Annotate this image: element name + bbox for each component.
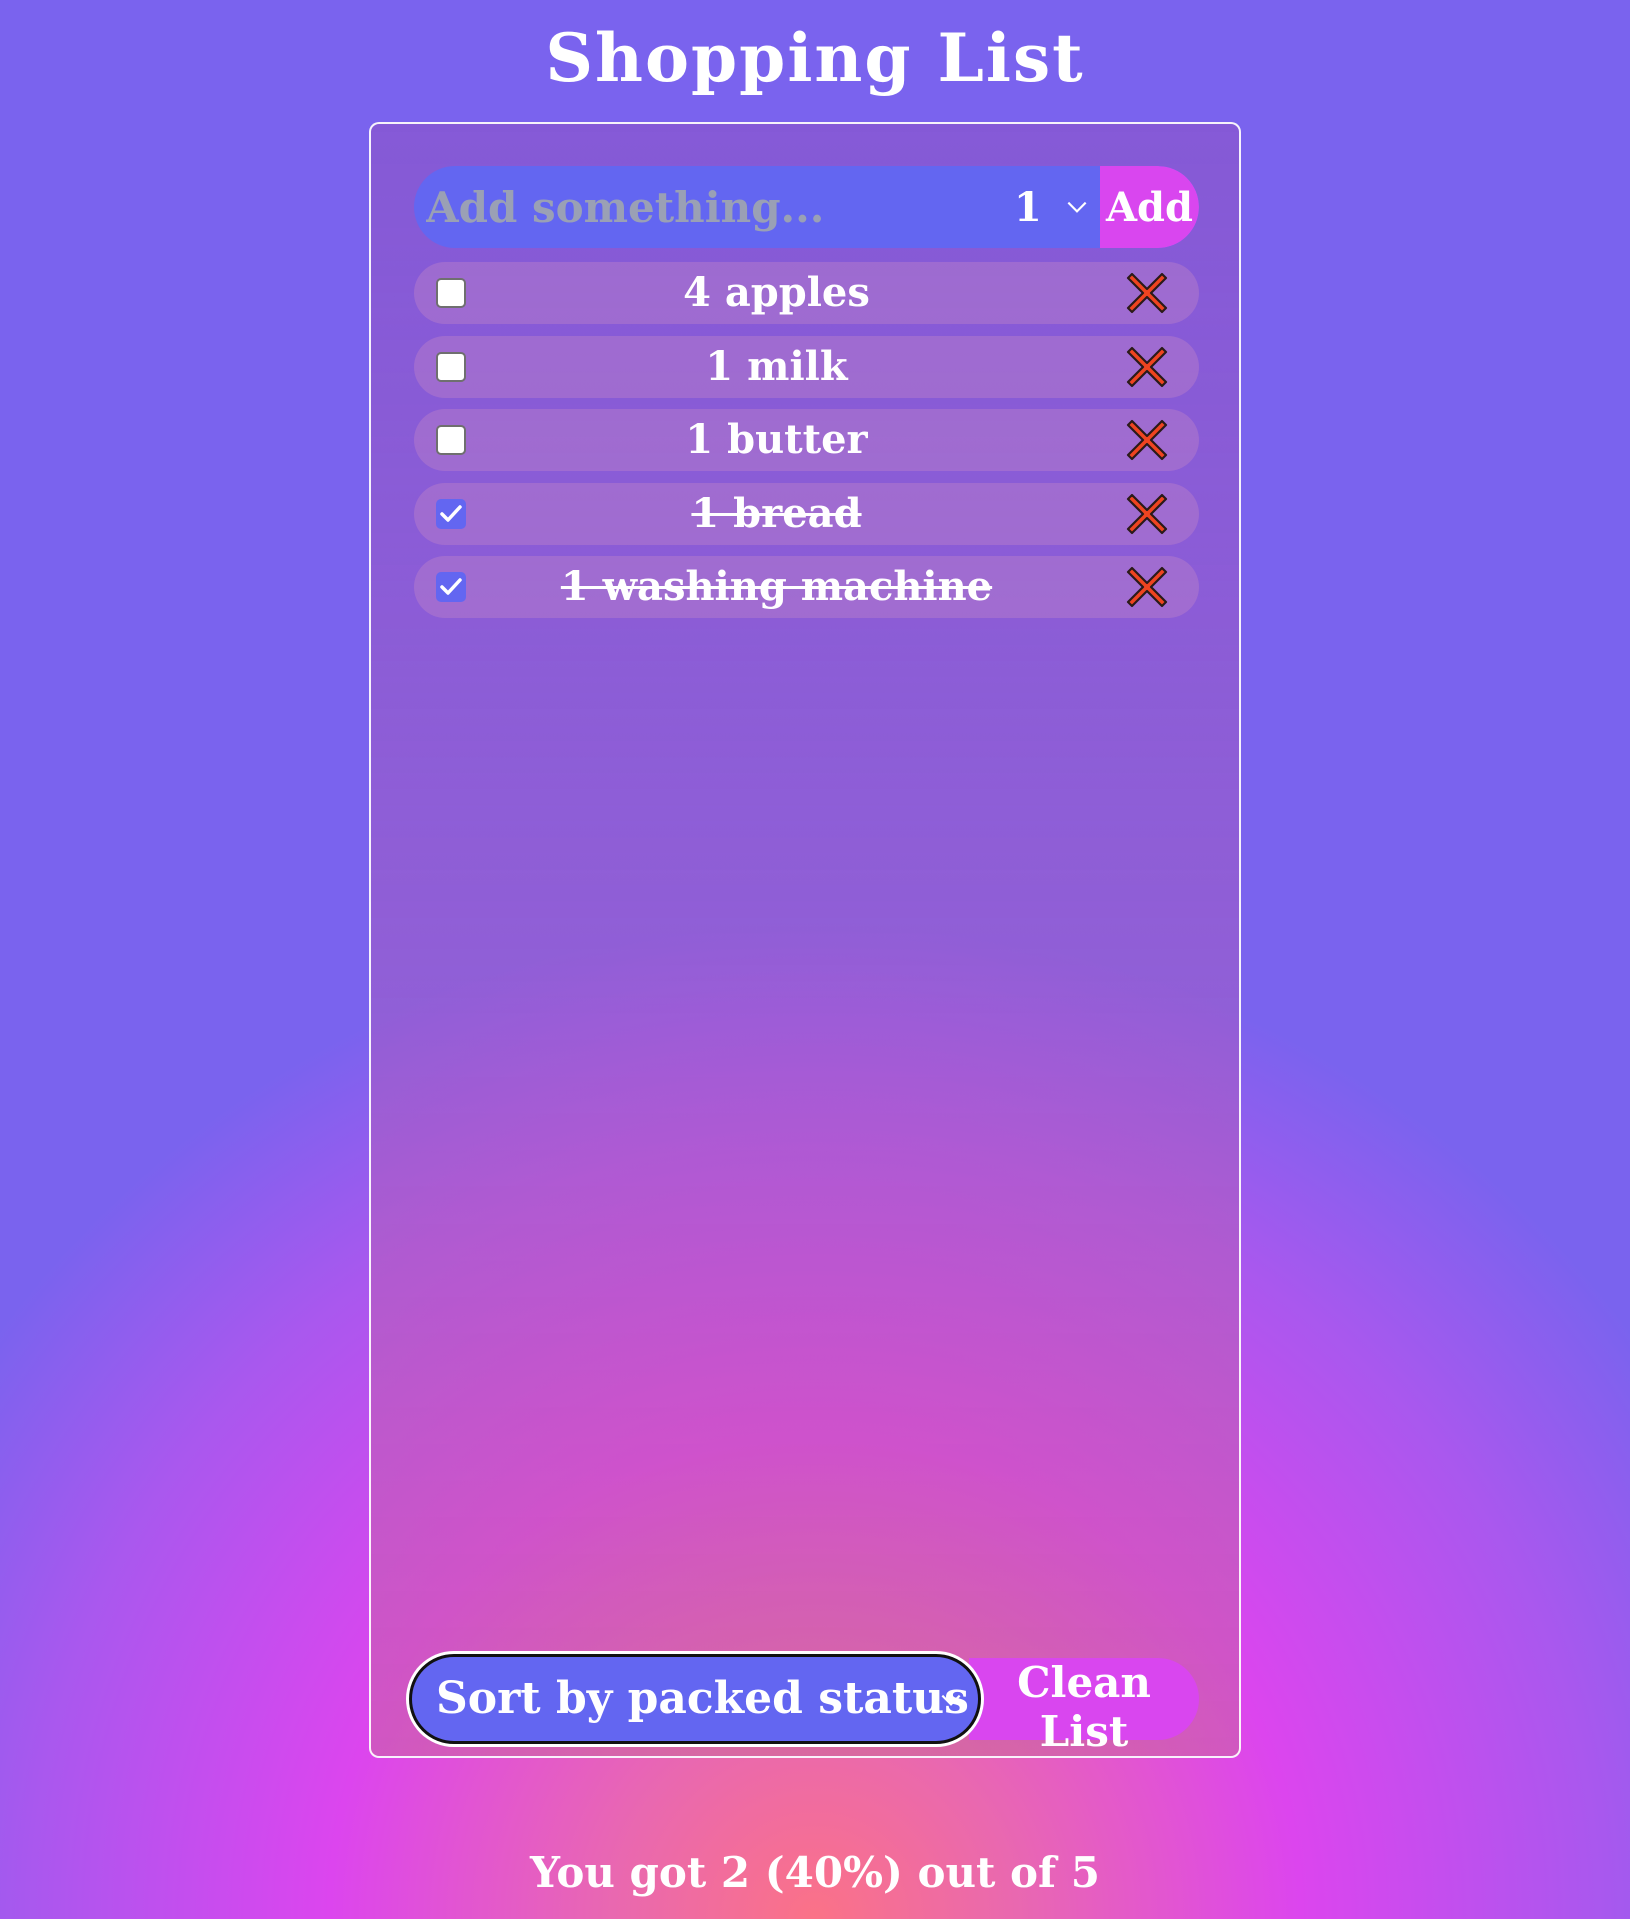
item-input[interactable]: [414, 166, 974, 248]
item-list: 4 apples 1 milk 1 butter 1 bread 1 washi…: [414, 262, 1199, 630]
item-label: 1 milk: [705, 342, 848, 390]
checkmark-icon: [440, 578, 462, 595]
item-label: 4 apples: [683, 269, 870, 316]
list-item: 1 butter: [414, 409, 1199, 471]
packed-checkbox[interactable]: [436, 351, 466, 382]
item-label: 1 washing machine: [560, 563, 993, 610]
item-label: 1 butter: [685, 416, 868, 463]
packed-checkbox[interactable]: [436, 278, 466, 308]
packed-checkbox[interactable]: [436, 572, 466, 602]
item-label: 1 bread: [691, 489, 862, 537]
list-item: 1 bread: [414, 482, 1199, 545]
shopping-list-panel: 1 Add 4 apples 1 milk 1 butter: [369, 122, 1241, 1758]
checkmark-icon: [440, 504, 462, 522]
quantity-value: 1: [1014, 183, 1042, 231]
list-item: 1 washing machine: [414, 556, 1199, 618]
clean-list-button[interactable]: Clean List: [969, 1658, 1199, 1756]
quantity-select[interactable]: 1: [974, 166, 1100, 248]
close-x-icon[interactable]: [1124, 270, 1170, 316]
list-item: 4 apples: [414, 262, 1199, 324]
sort-select[interactable]: Sort by packed status: [409, 1654, 981, 1744]
close-x-icon[interactable]: [1124, 564, 1170, 610]
page-title: Shopping List: [545, 19, 1085, 97]
add-button[interactable]: Add: [1100, 166, 1199, 248]
close-x-icon[interactable]: [1124, 417, 1170, 463]
chevron-down-icon: [941, 1694, 961, 1706]
packed-stats: You got 2 (40%) out of 5: [530, 1848, 1100, 1897]
packed-checkbox[interactable]: [436, 498, 466, 529]
sort-select-value: Sort by packed status: [436, 1673, 969, 1724]
list-controls: Clean List Sort by packed status: [409, 1654, 1199, 1756]
packed-checkbox[interactable]: [436, 425, 466, 455]
list-item: 1 milk: [414, 335, 1199, 398]
chevron-down-icon: [1067, 201, 1087, 213]
close-x-icon[interactable]: [1124, 344, 1170, 390]
add-item-form: 1 Add: [414, 166, 1199, 248]
close-x-icon[interactable]: [1124, 491, 1170, 537]
